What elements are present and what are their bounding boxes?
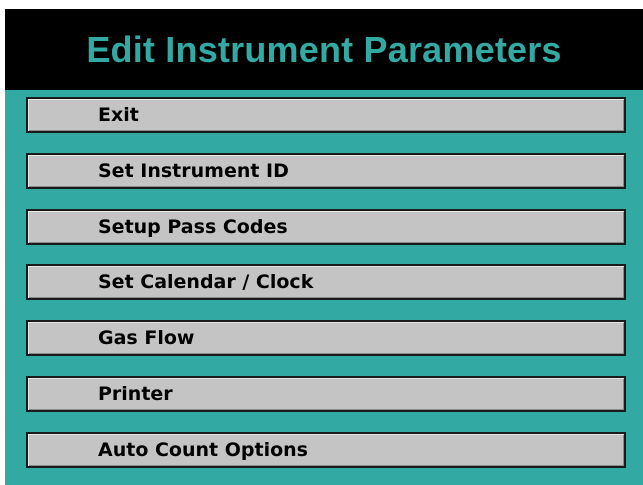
printer-button[interactable]: Printer: [26, 376, 626, 412]
auto-count-options-button-label: Auto Count Options: [98, 439, 308, 461]
auto-count-options-button[interactable]: Auto Count Options: [26, 432, 626, 468]
setup-pass-codes-button-label: Setup Pass Codes: [98, 216, 288, 238]
gas-flow-button[interactable]: Gas Flow: [26, 320, 626, 356]
exit-button-label: Exit: [98, 104, 139, 126]
page-title: Edit Instrument Parameters: [86, 28, 562, 70]
printer-button-label: Printer: [98, 383, 173, 405]
set-instrument-id-button-label: Set Instrument ID: [98, 160, 289, 182]
gas-flow-button-label: Gas Flow: [98, 327, 195, 349]
parameters-panel: Edit Instrument Parameters Exit Set Inst…: [5, 9, 643, 485]
title-bar: Edit Instrument Parameters: [5, 9, 643, 90]
instrument-screen: Edit Instrument Parameters Exit Set Inst…: [0, 0, 643, 485]
set-calendar-clock-button-label: Set Calendar / Clock: [98, 271, 314, 293]
setup-pass-codes-button[interactable]: Setup Pass Codes: [26, 209, 626, 245]
set-instrument-id-button[interactable]: Set Instrument ID: [26, 153, 626, 189]
set-calendar-clock-button[interactable]: Set Calendar / Clock: [26, 264, 626, 300]
exit-button[interactable]: Exit: [26, 97, 626, 133]
